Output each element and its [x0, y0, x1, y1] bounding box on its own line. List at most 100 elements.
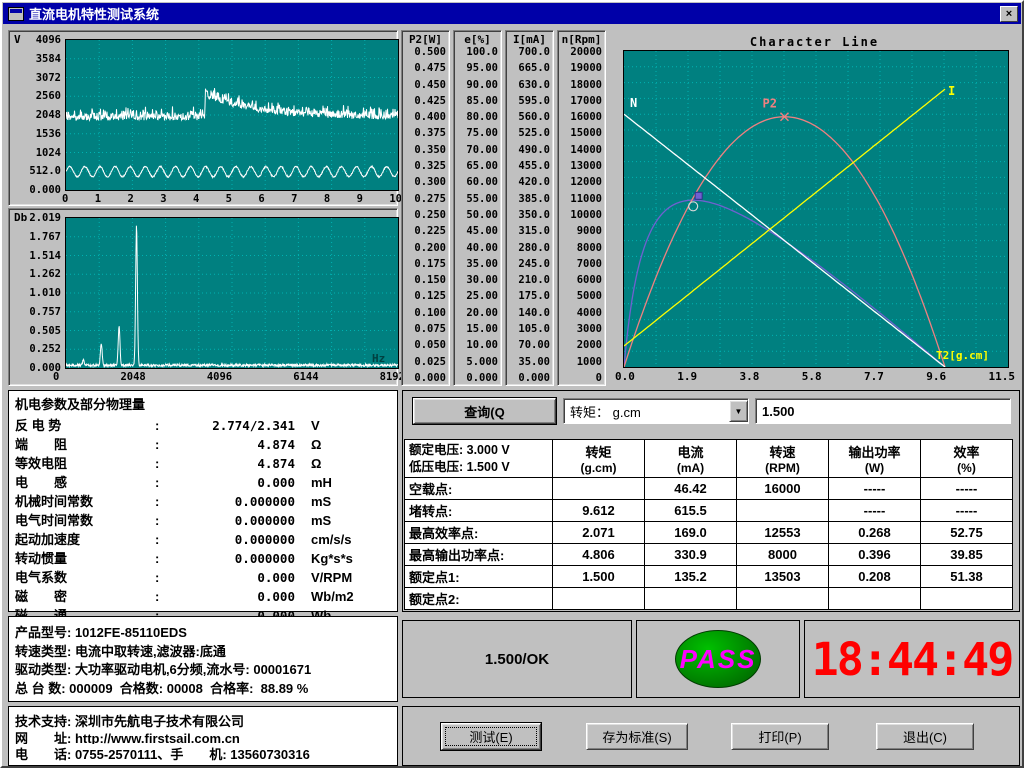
param-colon: : — [155, 589, 165, 604]
y-axis-tick: 0.757 — [11, 307, 61, 317]
scale-tick: 70.00 — [508, 340, 551, 350]
test-button[interactable]: 测试(E) — [441, 723, 541, 750]
scale-tick: 17000 — [560, 96, 603, 106]
param-value: 0.000000 — [165, 494, 295, 509]
scale-tick: 6000 — [560, 275, 603, 285]
app-window: 直流电机特性测试系统 × V 4096358430722560204815361… — [0, 0, 1024, 768]
table-cell: ----- — [921, 500, 1013, 522]
y-axis-tick: 1024 — [11, 148, 61, 158]
torque-value-input[interactable] — [755, 398, 1011, 424]
table-cell: 135.2 — [645, 566, 737, 588]
table-column-header: 转矩(g.cm) — [553, 440, 645, 478]
param-value: 0.000 — [165, 475, 295, 490]
y-axis-tick: 3072 — [11, 73, 61, 83]
table-row: 堵转点:9.612615.5---------- — [405, 500, 1013, 522]
x-axis-tick: 7 — [291, 193, 297, 205]
scale-tick: 420.0 — [508, 177, 551, 187]
table-cell: ----- — [829, 500, 921, 522]
chart-title: Character Line — [609, 35, 1020, 49]
scope2-y-axis: 2.0191.7671.5141.2621.0100.7570.5050.252… — [11, 213, 61, 373]
character-chart-x-axis: 0.01.93.85.87.79.611.5 — [615, 370, 1015, 383]
scale-columns: P2[W]0.5000.4750.4500.4250.4000.3750.350… — [401, 30, 606, 386]
table-cell — [829, 588, 921, 610]
torque-unit-dropdown[interactable]: 转矩： g.cm ▼ — [563, 398, 749, 424]
column-name: 电流 — [645, 442, 736, 461]
scale-tick: 0.225 — [404, 226, 447, 236]
param-row: 反 电 势:2.774/2.341V — [15, 415, 391, 434]
scale-tick: 15000 — [560, 128, 603, 138]
svg-text:P2: P2 — [762, 97, 776, 111]
low-voltage-label: 低压电压: 1.500 V — [409, 459, 552, 476]
scale-tick: 85.00 — [456, 96, 499, 106]
x-axis-tick: 2048 — [120, 371, 145, 383]
scale-column: n[Rpm]2000019000180001700016000150001400… — [557, 30, 606, 386]
svg-text:Hz: Hz — [372, 352, 385, 365]
close-button[interactable]: × — [1000, 6, 1018, 22]
scale-tick: 5000 — [560, 291, 603, 301]
info-line: 电 话: 0755-2570111、手 机: 13560730316 — [15, 744, 391, 761]
result-status-text: 1.500/OK — [485, 651, 549, 668]
scale-tick: 65.00 — [456, 161, 499, 171]
print-button[interactable]: 打印(P) — [731, 723, 829, 750]
table-header-row: 额定电压: 3.000 V低压电压: 1.500 V转矩(g.cm)电流(mA)… — [405, 440, 1013, 478]
scale-tick: 560.0 — [508, 112, 551, 122]
app-icon[interactable] — [8, 7, 24, 21]
table-cell — [645, 588, 737, 610]
y-axis-tick: 1.262 — [11, 269, 61, 279]
scale-tick: 0.000 — [508, 373, 551, 383]
table-cell: 2.071 — [553, 522, 645, 544]
table-column-header: 效率(%) — [921, 440, 1013, 478]
scale-tick: 15.00 — [456, 324, 499, 334]
scale-values: 700.0665.0630.0595.0560.0525.0490.0455.0… — [508, 47, 551, 383]
param-colon: : — [155, 570, 165, 585]
svg-text:I: I — [948, 84, 955, 98]
window-title: 直流电机特性测试系统 — [29, 4, 1000, 23]
param-colon: : — [155, 456, 165, 471]
scale-tick: 0.000 — [404, 373, 447, 383]
x-axis-tick: 11.5 — [989, 370, 1016, 383]
param-value: 4.874 — [165, 456, 295, 471]
param-row: 电气时间常数:0.000000mS — [15, 510, 391, 529]
save-standard-button[interactable]: 存为标准(S) — [586, 723, 688, 750]
table-cell — [921, 588, 1013, 610]
scale-tick: 0.175 — [404, 259, 447, 269]
scale-tick: 0.350 — [404, 145, 447, 155]
scale-tick: 0.075 — [404, 324, 447, 334]
y-axis-tick: 0.000 — [11, 185, 61, 195]
exit-button[interactable]: 退出(C) — [876, 723, 974, 750]
param-value: 4.874 — [165, 437, 295, 452]
info-line: 转速类型: 电流中取转速,滤波器:底通 — [15, 641, 391, 660]
scale-tick: 80.00 — [456, 112, 499, 122]
param-value: 0.000000 — [165, 532, 295, 547]
table-cell: 13503 — [737, 566, 829, 588]
scale-tick: 11000 — [560, 194, 603, 204]
param-row: 磁 密:0.000Wb/m2 — [15, 586, 391, 605]
x-axis-tick: 4096 — [207, 371, 232, 383]
row-label: 额定点2: — [405, 588, 553, 610]
scale-tick: 455.0 — [508, 161, 551, 171]
y-axis-tick: 1.767 — [11, 232, 61, 242]
scale-tick: 9000 — [560, 226, 603, 236]
svg-text:N: N — [630, 96, 637, 110]
scale-tick: 0.025 — [404, 357, 447, 367]
scale-column: P2[W]0.5000.4750.4500.4250.4000.3750.350… — [401, 30, 450, 386]
param-colon: : — [155, 494, 165, 509]
chevron-down-icon[interactable]: ▼ — [729, 400, 748, 422]
x-axis-tick: 5.8 — [802, 370, 822, 383]
param-colon: : — [155, 532, 165, 547]
param-label: 电 感 — [15, 472, 155, 491]
scale-tick: 0.125 — [404, 291, 447, 301]
y-axis-tick: 1.010 — [11, 288, 61, 298]
query-button[interactable]: 查询(Q — [413, 398, 556, 424]
params-rows: 反 电 势:2.774/2.341V端 阻:4.874Ω等效电阻:4.874Ω电… — [15, 415, 391, 609]
scale-tick: 0.200 — [404, 243, 447, 253]
param-label: 电气系数 — [15, 567, 155, 586]
table-cell: 330.9 — [645, 544, 737, 566]
scale-tick: 25.00 — [456, 291, 499, 301]
param-colon: : — [155, 437, 165, 452]
table-cell: 4.806 — [553, 544, 645, 566]
scale-tick: 30.00 — [456, 275, 499, 285]
scale-tick: 10000 — [560, 210, 603, 220]
scale-tick: 95.00 — [456, 63, 499, 73]
param-label: 磁 密 — [15, 586, 155, 605]
